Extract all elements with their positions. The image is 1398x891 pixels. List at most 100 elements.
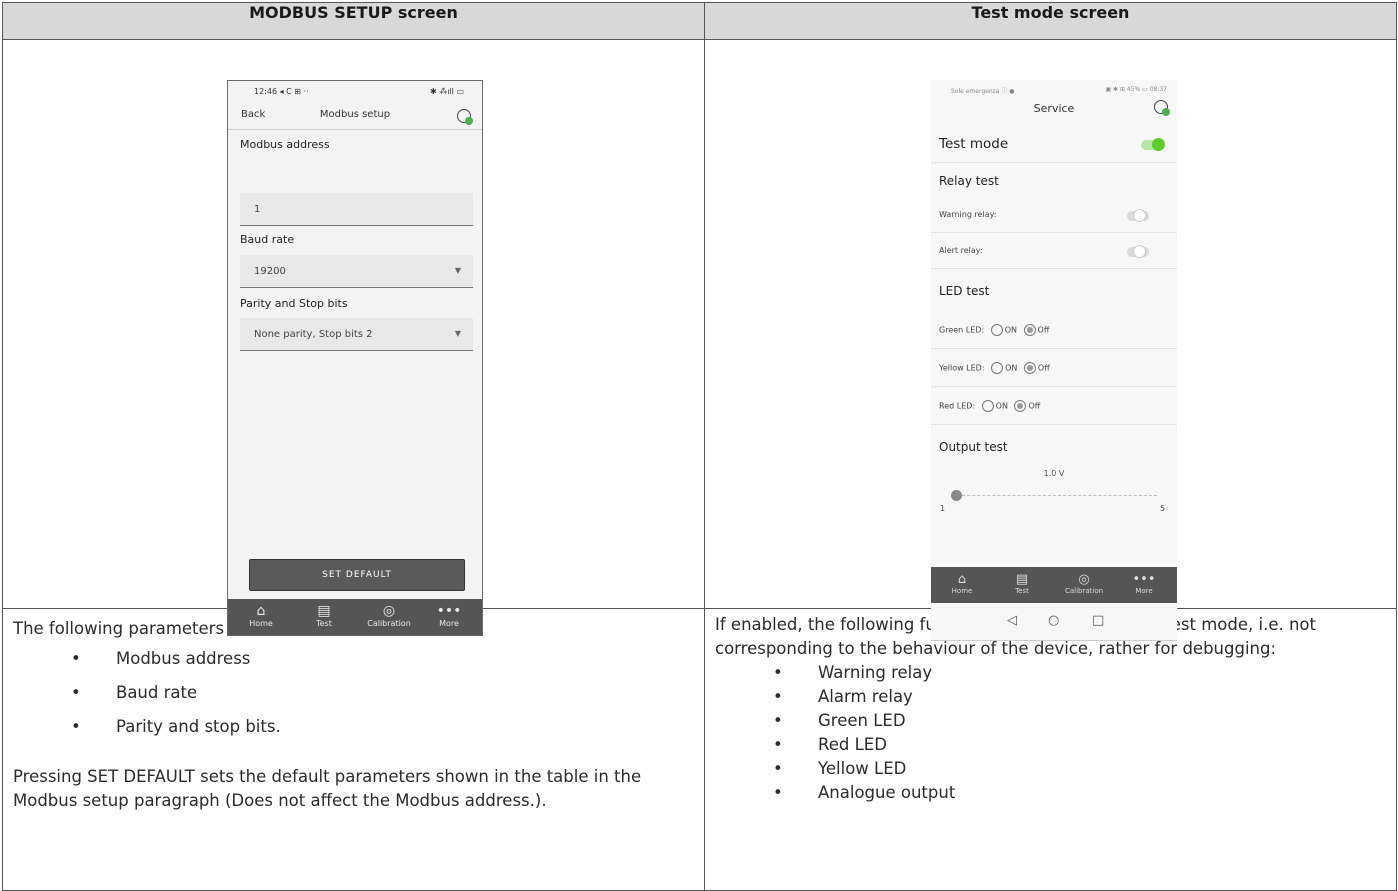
tab-home[interactable]: ⌂ Home [937,572,987,595]
home-icon: ⌂ [957,572,967,587]
tab-test[interactable]: ▤ Test [299,603,349,628]
tab-label: More [1135,587,1153,595]
nav-bar: Back Modbus setup [228,103,482,129]
nav-bar: Service [931,100,1177,116]
header-modbus-setup: MODBUS SETUP screen [2,2,705,40]
status-bar: Sole emergenza ⓘ ● ▣ ✱ ⊞ 45% ▭ 08:37 [931,80,1177,96]
red-led-off-radio[interactable] [1014,400,1027,412]
test-mode-description-cell: If enabled, the following functions can … [704,608,1397,891]
output-slider-handle[interactable] [951,490,962,501]
warning-relay-toggle[interactable] [1127,209,1149,222]
parity-value: None parity, Stop bits 2 [254,329,373,340]
tab-label: Home [249,619,273,628]
divider [931,162,1177,163]
list-item: Warning relay [715,661,1386,685]
more-icon: ••• [436,603,462,619]
baud-rate-label: Baud rate [240,233,295,246]
divider [228,129,482,130]
screen-title: Modbus setup [319,109,391,120]
modbus-address-label: Modbus address [240,138,330,151]
radio-label: Off [1037,325,1050,335]
list-item: Red LED [715,733,1386,757]
radio-label: ON [1005,363,1018,373]
list-item: Analogue output [715,781,1386,805]
test-mode-toggle[interactable] [1141,138,1165,151]
test-icon: ▤ [317,603,331,619]
set-default-note: Pressing SET DEFAULT sets the default pa… [13,767,642,810]
tab-calibration[interactable]: ◎ Calibration [1059,572,1109,595]
modbus-setup-phone: 12:46 ◂ C ⊞ ·· ✱ ⁂ıll ▭ Back Modbus setu… [227,80,483,636]
tab-test[interactable]: ▤ Test [997,572,1047,595]
divider [931,348,1177,349]
test-mode-screenshot-cell: Sole emergenza ⓘ ● ▣ ✱ ⊞ 45% ▭ 08:37 Ser… [704,39,1397,641]
tab-label: Test [1015,587,1029,595]
warning-relay-label: Warning relay: [939,210,997,219]
green-led-off-radio[interactable] [1023,324,1036,336]
alert-relay-toggle[interactable] [1127,245,1149,258]
baud-rate-select[interactable]: 19200 ▼ [240,255,473,288]
status-bar: 12:46 ◂ C ⊞ ·· ✱ ⁂ıll ▭ [228,81,482,101]
toggle-knob [1133,209,1146,222]
relay-test-heading: Relay test [939,174,999,188]
tab-label: Test [316,619,332,628]
set-default-button[interactable]: SET DEFAULT [249,559,465,591]
connection-status-icon[interactable] [457,109,473,125]
header-test-mode: Test mode screen [704,2,1397,40]
red-led-on-radio[interactable] [981,400,994,412]
list-item: Green LED [715,709,1386,733]
nav-home-icon[interactable]: ○ [1048,613,1059,628]
nav-recents-icon[interactable]: □ [1092,613,1104,628]
output-test-heading: Output test [939,440,1008,454]
green-led-row: Green LED: ON Off [939,324,1049,336]
list-item: Yellow LED [715,757,1386,781]
tab-more[interactable]: ••• More [424,603,474,628]
bottom-tab-bar: ⌂ Home ▤ Test ◎ Calibration ••• More [931,567,1177,603]
tab-label: More [439,619,459,628]
yellow-led-off-radio[interactable] [1023,362,1036,374]
output-slider-track[interactable] [957,495,1157,496]
calibration-icon: ◎ [382,603,396,619]
test-icon: ▤ [1015,572,1029,587]
toggle-knob [1152,138,1165,151]
calibration-icon: ◎ [1078,572,1090,587]
list-item: Baud rate [13,681,694,705]
connection-status-icon[interactable] [1154,100,1170,116]
divider [931,424,1177,425]
modbus-parameter-list: Modbus address Baud rate Parity and stop… [13,647,694,739]
tab-more[interactable]: ••• More [1119,572,1169,595]
status-left: Sole emergenza ⓘ ● [951,88,1015,95]
android-nav-bar: ◁ ○ □ [931,603,1177,640]
document-table: MODBUS SETUP screen Test mode screen 12:… [2,2,1397,891]
list-item: Modbus address [13,647,694,671]
yellow-led-label: Yellow LED: [939,363,985,373]
red-led-label: Red LED: [939,401,976,411]
more-icon: ••• [1132,572,1156,587]
toggle-knob [1133,245,1146,258]
home-icon: ⌂ [256,603,266,619]
alert-relay-label: Alert relay: [939,246,983,255]
status-icons: ✱ ⁂ıll ▭ [429,87,464,96]
yellow-led-row: Yellow LED: ON Off [939,362,1050,374]
yellow-led-on-radio[interactable] [991,362,1004,374]
test-mode-phone: Sole emergenza ⓘ ● ▣ ✱ ⊞ 45% ▭ 08:37 Ser… [931,80,1177,641]
red-led-row: Red LED: ON Off [939,400,1040,412]
green-led-on-radio[interactable] [990,324,1003,336]
list-item: Alarm relay [715,685,1386,709]
list-item: Parity and stop bits. [13,715,694,739]
test-function-list: Warning relay Alarm relay Green LED Red … [715,661,1386,805]
tab-home[interactable]: ⌂ Home [236,603,286,628]
radio-label: ON [995,401,1008,411]
status-time: 12:46 ◂ C ⊞ ·· [254,87,309,96]
nav-back-icon[interactable]: ◁ [1007,613,1017,628]
green-led-label: Green LED: [939,325,985,335]
modbus-screenshot-cell: 12:46 ◂ C ⊞ ·· ✱ ⁂ıll ▭ Back Modbus setu… [2,39,705,636]
divider [931,386,1177,387]
tab-calibration[interactable]: ◎ Calibration [364,603,414,628]
parity-select[interactable]: None parity, Stop bits 2 ▼ [240,318,473,351]
modbus-address-input[interactable]: 1 [240,193,473,226]
divider [931,268,1177,269]
radio-label: Off [1028,401,1041,411]
baud-rate-value: 19200 [254,266,286,277]
tab-label: Home [951,587,973,595]
tab-label: Calibration [367,619,411,628]
